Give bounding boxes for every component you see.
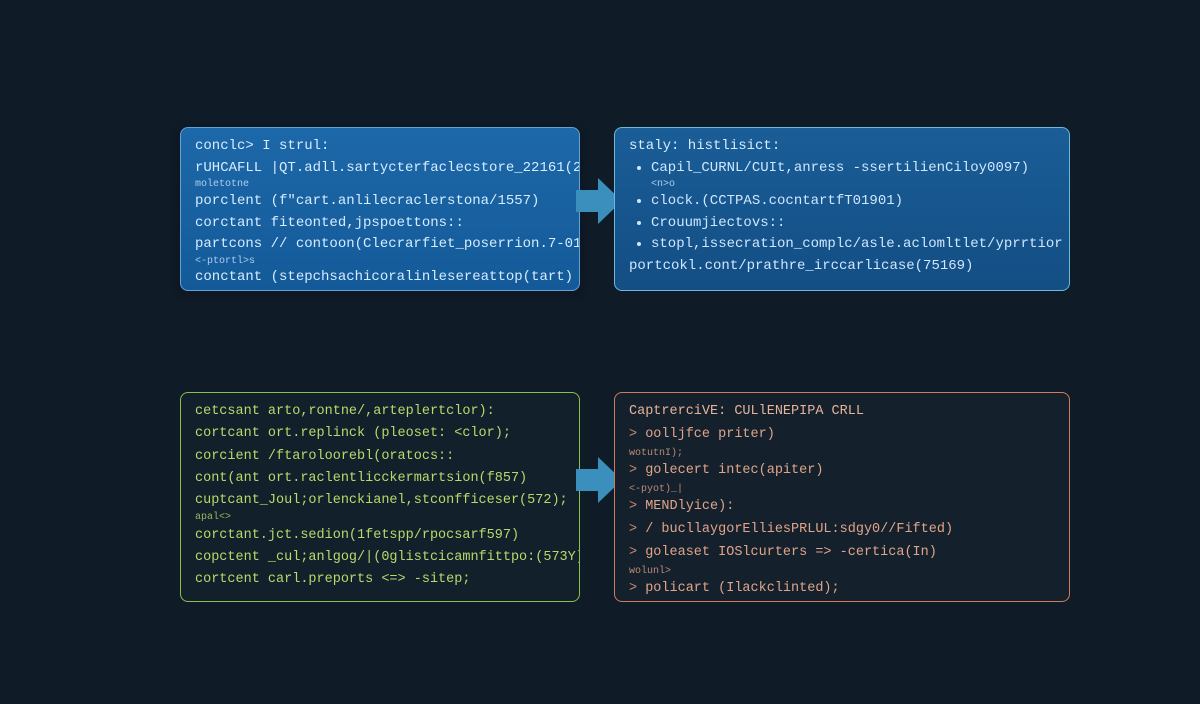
- code-line: cortcant ort.replinck (pleoset: <clor);: [195, 423, 565, 445]
- code-line: corctant fiteonted,jpspoettons::: [195, 213, 565, 235]
- terminal-line: goleaset IOSlcurters => -certica(In): [629, 542, 1055, 565]
- code-line: cetcsant arto,rontne/,arteplertclor):: [195, 401, 565, 423]
- code-block-top-left: conclc> I strul: rUHCAFLL |QT.adll.sarty…: [180, 127, 580, 291]
- code-line: copctent _cul;anlgog/|(0glistcicamnfittp…: [195, 547, 565, 569]
- terminal-subline: wotutnI);: [629, 445, 1055, 462]
- code-line: corctant.jct.sedion(1fetspp/rpocsarf597): [195, 525, 565, 547]
- bullet-list: Capil_CURNL/CUIt,anress -ssertilienCiloy…: [629, 158, 1055, 256]
- code-line: portcokl.cont/prathre_irccarlicase(75169…: [629, 256, 1055, 278]
- code-subline: <n>o: [651, 177, 1055, 193]
- terminal-line: / bucllaygorElliesPRLUL:sdgy0//Fifted): [629, 519, 1055, 542]
- list-item: Crouumjiectovs::: [651, 213, 1055, 235]
- list-item: stopl,issecration_complc/asle.aclomltlet…: [651, 234, 1055, 256]
- code-line: cortcent carl.preports <=> -sitep;: [195, 569, 565, 591]
- code-line: conclc> I strul:: [195, 136, 565, 158]
- code-line: rUHCAFLL |QT.adll.sartycterfaclecstore_2…: [195, 158, 565, 180]
- list-item: clock.(CCTPAS.cocntartfT01901): [651, 191, 1055, 213]
- terminal-block-bottom-right: CaptrerciVE: CULlENEPIPA CRLL oolljfce p…: [614, 392, 1070, 602]
- code-subline: apal<>: [195, 510, 565, 527]
- terminal-header: CaptrerciVE: CULlENEPIPA CRLL: [629, 401, 1055, 424]
- terminal-line: golecert intec(apiter): [629, 460, 1055, 483]
- code-block-top-right: staly: histlisict: Capil_CURNL/CUIt,anre…: [614, 127, 1070, 291]
- code-line: cuptcant_Joul;orlenckianel,stconfficeser…: [195, 490, 565, 512]
- code-line: corcient /ftaroloorebl(oratocs::: [195, 446, 565, 468]
- code-line: conctant (stepchsachicoralinlesereattop(…: [195, 267, 565, 289]
- list-item: Capil_CURNL/CUIt,anress -ssertilienCiloy…: [651, 158, 1055, 193]
- code-block-bottom-left: cetcsant arto,rontne/,arteplertclor): co…: [180, 392, 580, 602]
- terminal-line: MENDlyice):: [629, 496, 1055, 519]
- code-line: cont(ant ort.raclentlicckermartsion(f857…: [195, 468, 565, 490]
- terminal-line: pulecant;/(llstaatcroacicorinxicapritidt…: [629, 601, 1055, 602]
- code-line: porclent (f"cart.anlilecraclerstona/1557…: [195, 191, 565, 213]
- terminal-line: policart (Ilackclinted);: [629, 578, 1055, 601]
- terminal-line: oolljfce priter): [629, 424, 1055, 447]
- code-subline: <-ptortl>s: [195, 254, 565, 270]
- terminal-subline: wolunl>: [629, 563, 1055, 580]
- code-line-header: staly: histlisict:: [629, 136, 1055, 158]
- diagram-canvas: conclc> I strul: rUHCAFLL |QT.adll.sarty…: [0, 0, 1200, 704]
- terminal-subline: <-pyot)_|: [629, 481, 1055, 498]
- code-subline: moletotne: [195, 177, 565, 193]
- code-line: partcons // contoon(Clecrarfiet_poserrio…: [195, 234, 565, 256]
